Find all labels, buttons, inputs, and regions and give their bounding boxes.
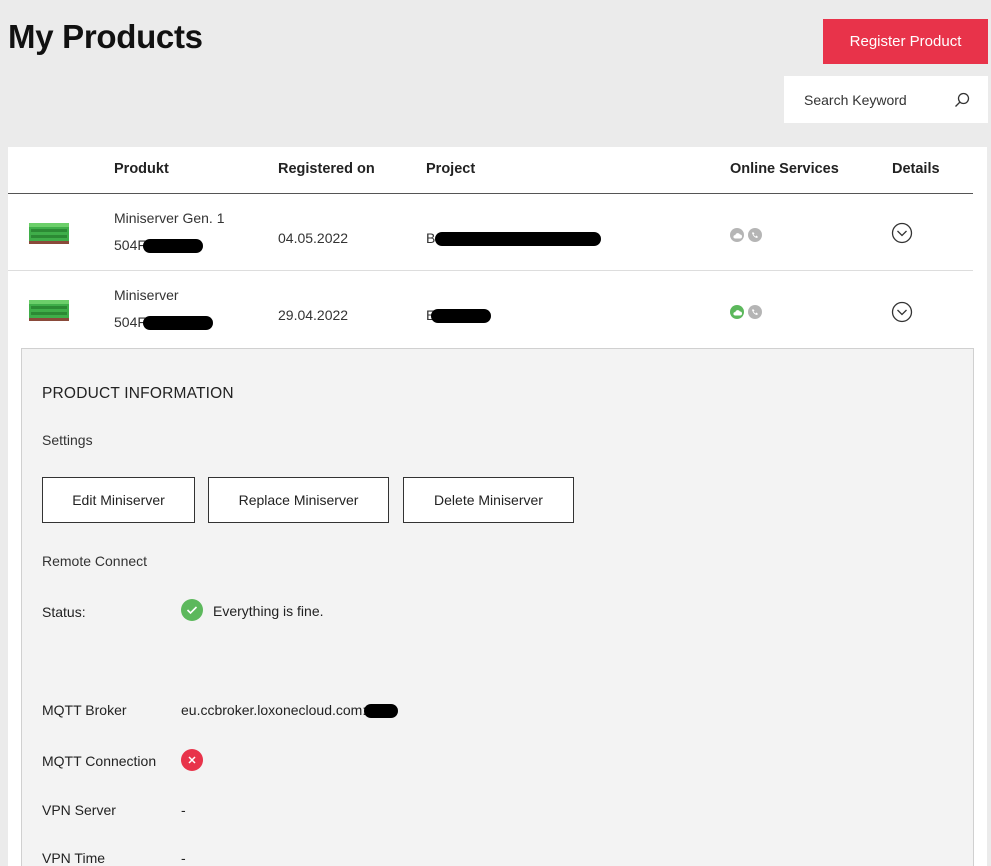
project-name: E: [426, 307, 492, 324]
column-header-details: Details: [892, 161, 940, 177]
register-product-button[interactable]: Register Product: [823, 19, 988, 64]
edit-miniserver-button[interactable]: Edit Miniserver: [42, 477, 195, 523]
mqtt-broker-label: MQTT Broker: [42, 702, 127, 718]
registered-date: 04.05.2022: [278, 230, 349, 246]
online-services: [730, 228, 762, 242]
chevron-down-icon[interactable]: [891, 301, 913, 323]
search-box: [784, 76, 988, 123]
replace-miniserver-button[interactable]: Replace Miniserver: [208, 477, 389, 523]
vpn-time-value: -: [181, 850, 186, 866]
table-row[interactable]: Miniserver 504F 29.04.2022 E: [8, 271, 973, 348]
product-name: Miniserver: [114, 287, 179, 303]
redaction-mark: [142, 316, 213, 331]
status-value: Everything is fine.: [213, 603, 324, 619]
redaction-mark: [142, 239, 203, 254]
column-header-project: Project: [426, 161, 476, 177]
mqtt-broker-value: eu.ccbroker.loxonecloud.com:: [181, 702, 399, 719]
vpn-time-label: VPN Time: [42, 850, 106, 866]
remote-connect-label: Remote Connect: [42, 553, 148, 569]
column-header-product: Produkt: [114, 161, 169, 177]
table-header: Produkt Registered on Project Online Ser…: [8, 147, 973, 194]
miniserver-device-icon: [29, 300, 69, 321]
product-serial: 504F: [114, 237, 203, 254]
vpn-server-value: -: [181, 802, 186, 818]
table-row[interactable]: Miniserver Gen. 1 504F 04.05.2022 Ba: [8, 194, 973, 271]
remote-service-icon: [748, 228, 762, 242]
section-title: PRODUCT INFORMATION: [42, 385, 234, 402]
settings-label: Settings: [42, 432, 93, 448]
registered-date: 29.04.2022: [278, 307, 349, 323]
miniserver-device-icon: [29, 223, 69, 244]
status-label: Status:: [42, 604, 86, 620]
column-header-registered: Registered on: [278, 161, 375, 177]
online-services: [730, 305, 762, 319]
page-title: My Products: [8, 18, 203, 55]
chevron-down-icon[interactable]: [891, 222, 913, 244]
redaction-mark: [431, 309, 492, 324]
redaction-mark: [435, 232, 602, 247]
redaction-mark: [364, 704, 399, 719]
search-input[interactable]: [804, 91, 944, 108]
vpn-server-label: VPN Server: [42, 802, 116, 818]
column-header-online-services: Online Services: [730, 161, 839, 177]
product-details-panel: PRODUCT INFORMATION Settings Edit Minise…: [21, 348, 974, 866]
search-icon[interactable]: [952, 90, 972, 110]
remote-service-icon: [748, 305, 762, 319]
mqtt-connection-label: MQTT Connection: [42, 753, 157, 769]
delete-miniserver-button[interactable]: Delete Miniserver: [403, 477, 574, 523]
project-name: Ba: [426, 230, 602, 247]
cloud-service-icon: [730, 305, 744, 319]
product-serial: 504F: [114, 314, 213, 331]
product-name: Miniserver Gen. 1: [114, 210, 225, 226]
products-panel: Produkt Registered on Project Online Ser…: [8, 147, 987, 866]
error-icon: [181, 749, 203, 771]
cloud-service-icon: [730, 228, 744, 242]
check-icon: [181, 599, 203, 621]
